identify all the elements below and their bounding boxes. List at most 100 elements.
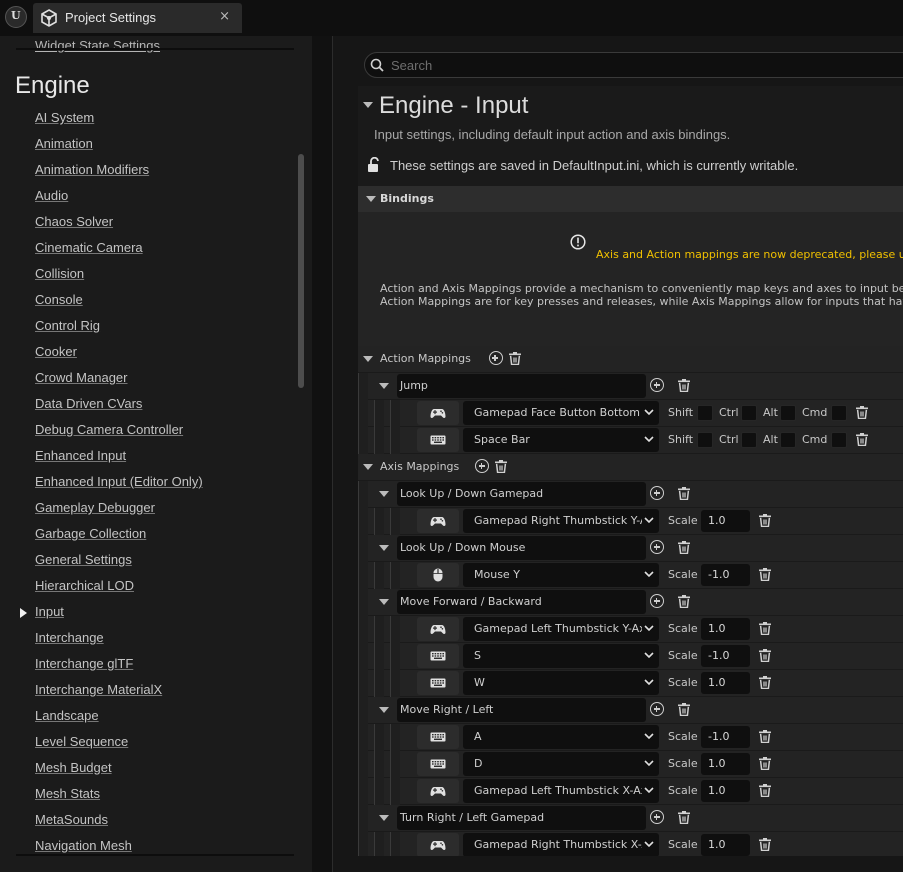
sidebar-item-landscape[interactable]: Landscape bbox=[0, 705, 300, 731]
alt-checkbox[interactable] bbox=[780, 432, 796, 448]
scale-input[interactable]: -1.0 bbox=[701, 645, 750, 667]
delete-key-icon[interactable] bbox=[759, 568, 771, 581]
close-tab-icon[interactable]: × bbox=[219, 9, 230, 24]
sidebar-item-cooker[interactable]: Cooker bbox=[0, 341, 300, 367]
action-mappings-header[interactable]: Action Mappings bbox=[358, 346, 903, 373]
key-select-dropdown[interactable]: Gamepad Right Thumbstick X-Axis bbox=[463, 833, 659, 856]
add-key-icon[interactable] bbox=[650, 810, 664, 824]
sidebar-item-interchange-materialx[interactable]: Interchange MaterialX bbox=[0, 679, 300, 705]
sidebar-item-interchange[interactable]: Interchange bbox=[0, 627, 300, 653]
collapse-icon[interactable] bbox=[379, 815, 389, 821]
sidebar-item-mesh-stats[interactable]: Mesh Stats bbox=[0, 783, 300, 809]
sidebar-item-metasounds[interactable]: MetaSounds bbox=[0, 809, 300, 835]
sidebar-item-mesh-budget[interactable]: Mesh Budget bbox=[0, 757, 300, 783]
collapse-icon[interactable] bbox=[363, 356, 373, 362]
mapping-name-field[interactable]: Turn Right / Left Gamepad bbox=[397, 806, 646, 830]
sidebar-item-navigation-mesh[interactable]: Navigation Mesh bbox=[0, 835, 300, 861]
collapse-icon[interactable] bbox=[379, 383, 389, 389]
add-key-icon[interactable] bbox=[650, 486, 664, 500]
nav-scrollbar[interactable] bbox=[298, 154, 304, 388]
sidebar-item-interchange-gltf[interactable]: Interchange glTF bbox=[0, 653, 300, 679]
add-action-mappings-icon[interactable] bbox=[488, 351, 503, 365]
mapping-name-field[interactable]: Jump bbox=[397, 374, 646, 398]
key-picker-button[interactable] bbox=[417, 617, 459, 641]
scale-input[interactable]: 1.0 bbox=[701, 672, 750, 694]
panel-splitter[interactable] bbox=[312, 36, 333, 872]
add-axis-mappings-icon[interactable] bbox=[475, 459, 490, 473]
key-select-dropdown[interactable]: Mouse Y bbox=[463, 563, 659, 587]
delete-mapping-icon[interactable] bbox=[678, 595, 690, 608]
key-picker-button[interactable] bbox=[417, 563, 459, 587]
mapping-group-row[interactable]: Move Forward / Backward bbox=[358, 589, 903, 616]
key-select-dropdown[interactable]: Gamepad Face Button Bottom bbox=[463, 401, 659, 425]
unreal-logo-icon[interactable]: U bbox=[5, 6, 27, 28]
key-select-dropdown[interactable]: Gamepad Left Thumbstick Y-Axis bbox=[463, 617, 659, 641]
shift-checkbox[interactable] bbox=[697, 405, 713, 421]
collapse-icon[interactable] bbox=[379, 707, 389, 713]
nav-item-cut-off[interactable]: Widget State Settings bbox=[35, 38, 160, 53]
key-select-dropdown[interactable]: A bbox=[463, 725, 659, 749]
add-key-icon[interactable] bbox=[650, 540, 664, 554]
sidebar-item-audio[interactable]: Audio bbox=[0, 185, 300, 211]
sidebar-item-garbage-collection[interactable]: Garbage Collection bbox=[0, 523, 300, 549]
project-settings-tab[interactable]: Project Settings × bbox=[33, 3, 242, 33]
key-picker-button[interactable] bbox=[417, 509, 459, 533]
delete-mapping-icon[interactable] bbox=[678, 541, 690, 554]
mapping-group-row[interactable]: Move Right / Left bbox=[358, 697, 903, 724]
mapping-group-row[interactable]: Look Up / Down Gamepad bbox=[358, 481, 903, 508]
key-select-dropdown[interactable]: Space Bar bbox=[463, 428, 659, 452]
collapse-icon[interactable] bbox=[379, 491, 389, 497]
mapping-group-row[interactable]: Jump bbox=[358, 373, 903, 400]
delete-mapping-icon[interactable] bbox=[678, 487, 690, 500]
delete-key-icon[interactable] bbox=[759, 649, 771, 662]
sidebar-item-hierarchical-lod[interactable]: Hierarchical LOD bbox=[0, 575, 300, 601]
collapse-section-icon[interactable] bbox=[363, 102, 373, 108]
scale-input[interactable]: -1.0 bbox=[701, 726, 750, 748]
scale-input[interactable]: 1.0 bbox=[701, 834, 750, 856]
search-box[interactable] bbox=[364, 52, 903, 78]
sidebar-item-cinematic-camera[interactable]: Cinematic Camera bbox=[0, 237, 300, 263]
key-picker-button[interactable] bbox=[417, 833, 459, 856]
clear-axis-mappings-icon[interactable] bbox=[495, 460, 508, 473]
mapping-name-field[interactable]: Look Up / Down Gamepad bbox=[397, 482, 646, 506]
sidebar-item-enhanced-input-editor-only[interactable]: Enhanced Input (Editor Only) bbox=[0, 471, 300, 497]
cmd-checkbox[interactable] bbox=[831, 432, 847, 448]
sidebar-item-collision[interactable]: Collision bbox=[0, 263, 300, 289]
sidebar-item-general-settings[interactable]: General Settings bbox=[0, 549, 300, 575]
sidebar-item-console[interactable]: Console bbox=[0, 289, 300, 315]
sidebar-item-chaos-solver[interactable]: Chaos Solver bbox=[0, 211, 300, 237]
delete-key-icon[interactable] bbox=[759, 514, 771, 527]
key-select-dropdown[interactable]: W bbox=[463, 671, 659, 695]
scale-input[interactable]: 1.0 bbox=[701, 753, 750, 775]
collapse-icon[interactable] bbox=[363, 464, 373, 470]
key-select-dropdown[interactable]: Gamepad Left Thumbstick X-Axis bbox=[463, 779, 659, 803]
sidebar-item-crowd-manager[interactable]: Crowd Manager bbox=[0, 367, 300, 393]
ctrl-checkbox[interactable] bbox=[741, 405, 757, 421]
mapping-group-row[interactable]: Turn Right / Left Gamepad bbox=[358, 805, 903, 832]
search-input[interactable] bbox=[391, 56, 891, 74]
delete-key-icon[interactable] bbox=[759, 838, 771, 851]
mapping-group-row[interactable]: Look Up / Down Mouse bbox=[358, 535, 903, 562]
shift-checkbox[interactable] bbox=[697, 432, 713, 448]
key-select-dropdown[interactable]: S bbox=[463, 644, 659, 668]
delete-key-icon[interactable] bbox=[856, 433, 868, 446]
delete-key-icon[interactable] bbox=[759, 730, 771, 743]
key-picker-button[interactable] bbox=[417, 671, 459, 695]
collapse-icon[interactable] bbox=[379, 599, 389, 605]
key-picker-button[interactable] bbox=[417, 401, 459, 425]
delete-key-icon[interactable] bbox=[759, 676, 771, 689]
sidebar-item-gameplay-debugger[interactable]: Gameplay Debugger bbox=[0, 497, 300, 523]
sidebar-item-animation-modifiers[interactable]: Animation Modifiers bbox=[0, 159, 300, 185]
bindings-category-header[interactable]: Bindings bbox=[358, 186, 903, 212]
sidebar-item-data-driven-cvars[interactable]: Data Driven CVars bbox=[0, 393, 300, 419]
axis-mappings-header[interactable]: Axis Mappings bbox=[358, 454, 903, 481]
delete-mapping-icon[interactable] bbox=[678, 703, 690, 716]
sidebar-item-level-sequence[interactable]: Level Sequence bbox=[0, 731, 300, 757]
key-select-dropdown[interactable]: Gamepad Right Thumbstick Y-Axis bbox=[463, 509, 659, 533]
add-key-icon[interactable] bbox=[650, 702, 664, 716]
key-picker-button[interactable] bbox=[417, 428, 459, 452]
scale-input[interactable]: 1.0 bbox=[701, 510, 750, 532]
mapping-name-field[interactable]: Move Right / Left bbox=[397, 698, 646, 722]
sidebar-item-enhanced-input[interactable]: Enhanced Input bbox=[0, 445, 300, 471]
key-picker-button[interactable] bbox=[417, 644, 459, 668]
